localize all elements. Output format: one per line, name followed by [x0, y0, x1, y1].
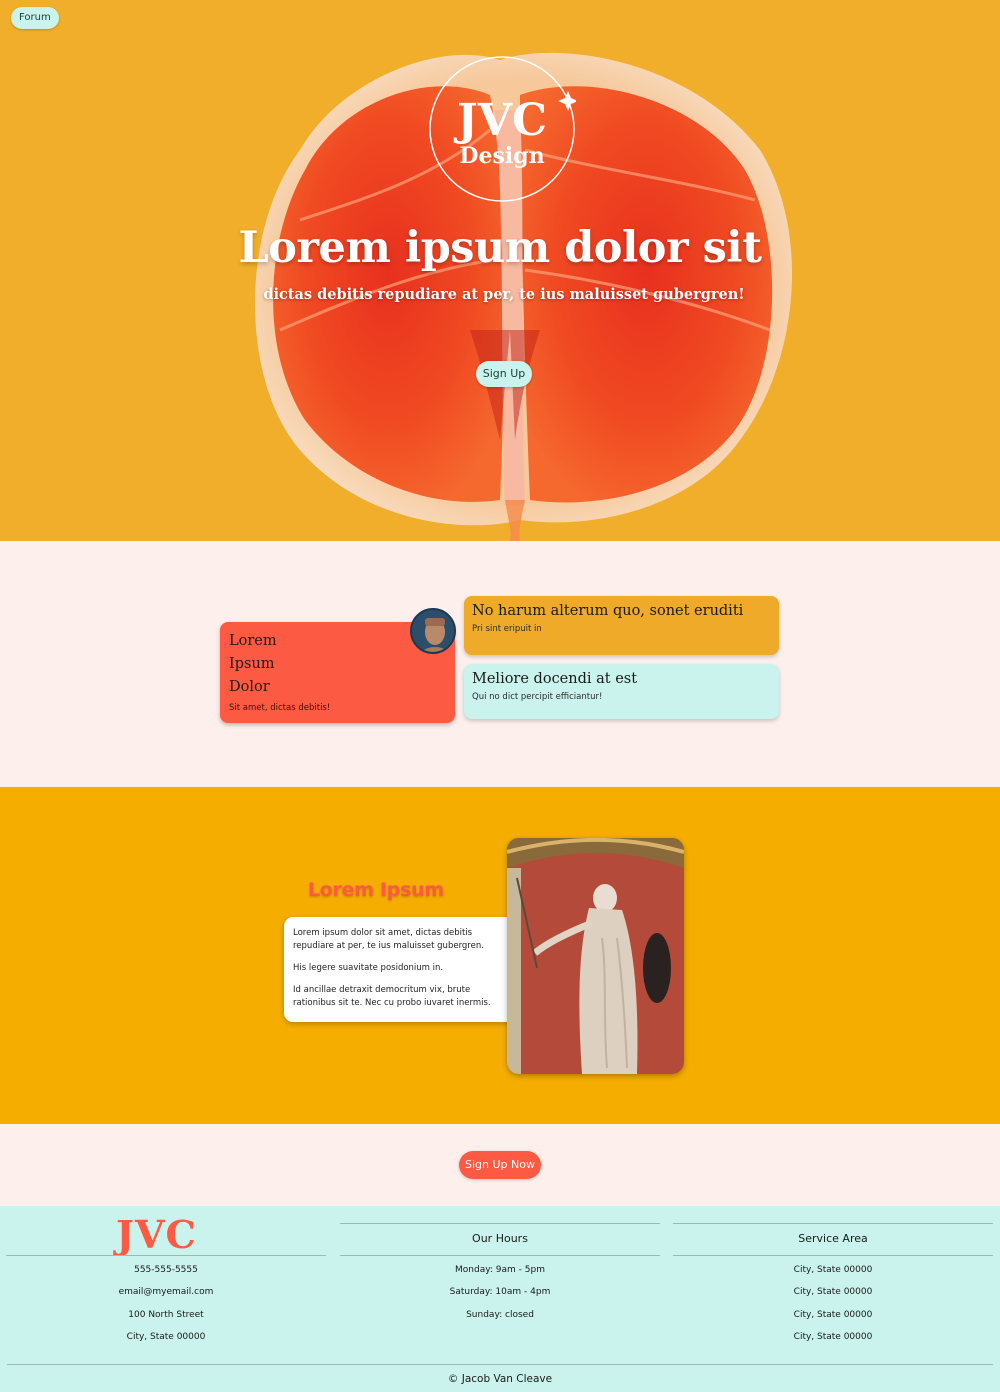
statue-avatar	[410, 608, 456, 654]
footer-service-line: City, State 00000	[793, 1332, 873, 1342]
divider	[6, 1255, 326, 1256]
feature-title: Lorem Ipsum	[308, 879, 444, 901]
divider	[340, 1255, 660, 1256]
footer-hours-line: Saturday: 10am - 4pm	[449, 1287, 551, 1297]
footer-service-line: City, State 00000	[793, 1310, 873, 1320]
feature-paragraph: Lorem ipsum dolor sit amet, dictas debit…	[293, 928, 484, 951]
footer-hours-line: Sunday: closed	[466, 1310, 534, 1320]
feature-text-card: Lorem ipsum dolor sit amet, dictas debit…	[284, 917, 520, 1022]
hero-subtitle: dictas debitis repudiare at per, te ius …	[263, 286, 745, 303]
feature-card-harum[interactable]: No harum alterum quo, sonet eruditi Pri …	[464, 596, 779, 655]
jvc-design-logo: JVC Design	[429, 56, 576, 202]
footer-service-line: City, State 00000	[793, 1287, 873, 1297]
footer: JVC 555-555-5555 email@myemail.com 100 N…	[0, 1206, 1000, 1392]
signup-now-button[interactable]: Sign Up Now	[459, 1151, 541, 1179]
footer-hours-line: Monday: 9am - 5pm	[455, 1265, 545, 1275]
card-yellow-title: No harum alterum quo, sonet eruditi	[472, 603, 744, 619]
footer-phone: 555-555-5555	[134, 1265, 198, 1275]
signup-button[interactable]: Sign Up	[476, 361, 532, 387]
feature-section: Lorem Ipsum Lorem ipsum dolor sit amet, …	[0, 787, 1000, 1124]
card-red-sub: Sit amet, dictas debitis!	[229, 703, 331, 713]
card-cyan-sub: Qui no dict percipit efficiantur!	[472, 692, 603, 702]
footer-email[interactable]: email@myemail.com	[6, 1287, 326, 1297]
footer-logo: JVC	[116, 1212, 197, 1257]
card-cyan-title: Meliore docendi at est	[472, 671, 638, 687]
copyright: © Jacob Van Cleave	[447, 1373, 553, 1385]
card-line-3: Dolor	[229, 679, 270, 695]
feature-card-meliore[interactable]: Meliore docendi at est Qui no dict perci…	[464, 664, 779, 719]
footer-service-line: City, State 00000	[793, 1265, 873, 1275]
cards-section: Lorem Ipsum Dolor Sit amet, dictas debit…	[0, 541, 1000, 787]
footer-street: 100 North Street	[128, 1310, 204, 1320]
divider	[673, 1223, 993, 1224]
statue-image	[507, 838, 684, 1074]
hero-title: Lorem ipsum dolor sit	[238, 223, 762, 273]
svg-text:JVC: JVC	[453, 95, 547, 146]
cta-section: Sign Up Now	[0, 1124, 1000, 1206]
footer-city: City, State 00000	[126, 1332, 206, 1342]
divider	[340, 1223, 660, 1224]
divider	[673, 1255, 993, 1256]
footer-service-heading: Service Area	[798, 1232, 868, 1245]
forum-button[interactable]: Forum	[11, 7, 59, 29]
card-line-2: Ipsum	[229, 656, 275, 672]
hero-section: Forum JVC Design Lorem ipsum dolor sit d…	[0, 0, 1000, 541]
feature-paragraph: His legere suavitate posidonium in.	[293, 963, 444, 973]
divider	[7, 1364, 993, 1365]
svg-text:Design: Design	[459, 143, 544, 169]
feature-paragraph: Id ancillae detraxit democritum vix, bru…	[293, 985, 491, 1008]
card-yellow-sub: Pri sint eripuit in	[472, 624, 542, 634]
footer-hours-heading: Our Hours	[472, 1232, 528, 1245]
